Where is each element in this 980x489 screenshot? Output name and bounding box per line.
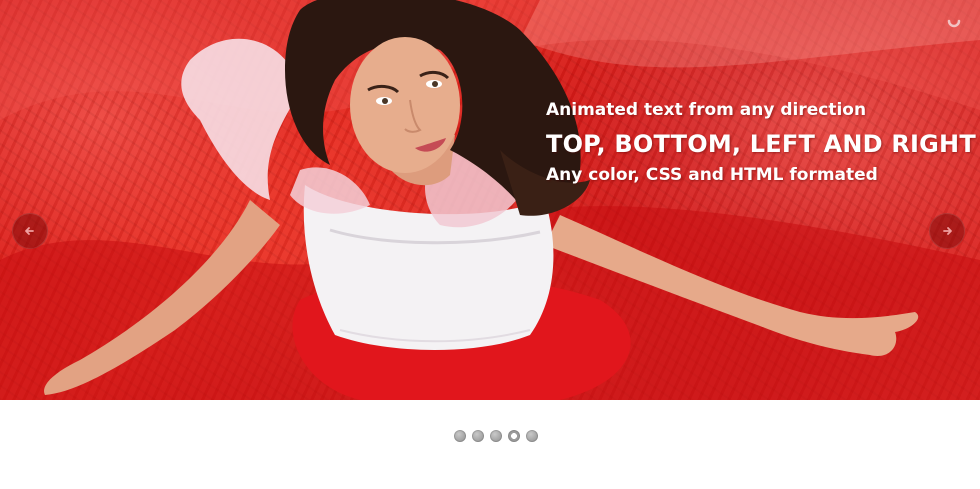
arrow-left-icon bbox=[25, 227, 34, 235]
slide-pagination bbox=[454, 430, 538, 442]
slide-bullet-5[interactable] bbox=[526, 430, 538, 442]
slide-bullet-3[interactable] bbox=[490, 430, 502, 442]
caption-title: TOP, BOTTOM, LEFT AND RIGHT bbox=[546, 130, 976, 158]
slide-bullet-2[interactable] bbox=[472, 430, 484, 442]
next-slide-button[interactable] bbox=[929, 213, 965, 249]
slide-bullet-4[interactable] bbox=[508, 430, 520, 442]
slide-image bbox=[0, 0, 980, 400]
loading-spinner-icon bbox=[947, 19, 961, 28]
image-slider[interactable]: Animated text from any direction TOP, BO… bbox=[0, 0, 980, 400]
arrow-right-icon bbox=[943, 227, 952, 235]
caption-subtitle: Any color, CSS and HTML formated bbox=[546, 165, 878, 185]
slide-bullet-1[interactable] bbox=[454, 430, 466, 442]
caption-heading: Animated text from any direction bbox=[546, 100, 867, 120]
previous-slide-button[interactable] bbox=[12, 213, 48, 249]
